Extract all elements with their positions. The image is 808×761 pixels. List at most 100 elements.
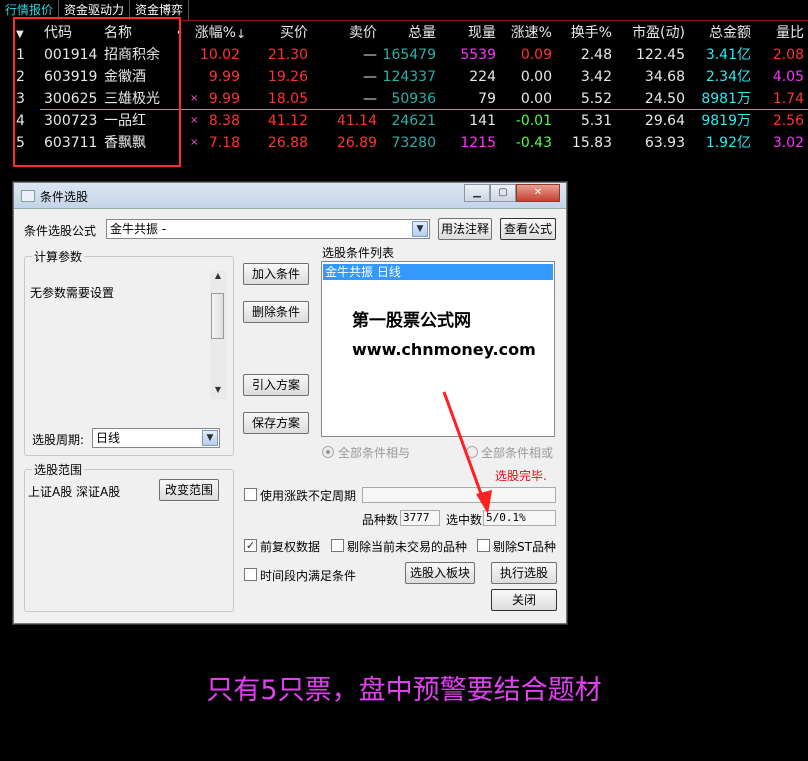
row-current-volume: 1215 [460,135,496,151]
row-volume: 165479 [382,47,436,63]
watermark-title: 第一股票公式网 [352,311,471,331]
row-speed: -0.43 [515,135,552,151]
header-speed[interactable]: 涨速% [511,22,552,44]
period-condition-checkbox[interactable] [244,568,257,581]
row-change: 9.99 [208,91,240,107]
caption-text: 只有5只票，盘中预警要结合题材 [206,675,602,706]
window-controls: ▁ ▢ ✕ [464,184,560,202]
row-volume-ratio: 2.56 [772,113,804,129]
row-turnover: 15.83 [571,135,612,151]
row-turnover: 2.48 [580,47,612,63]
radio-and[interactable] [322,446,334,458]
maximize-icon[interactable]: ▢ [490,184,516,202]
dialog-titlebar[interactable]: 条件选股 ▁ ▢ ✕ [14,183,566,209]
row-pe: 34.68 [644,69,685,85]
row-pe: 29.64 [644,113,685,129]
row-speed: -0.01 [515,113,552,129]
sort-down-icon: ↓ [236,27,247,41]
scroll-up-icon[interactable]: ▲ [210,271,226,285]
row-change: 7.18 [208,135,240,151]
header-divider [182,20,808,21]
exclude-st-label: 剔除ST品种 [493,540,556,554]
close-button[interactable]: 关闭 [491,589,557,611]
view-formula-button[interactable]: 查看公式 [500,218,556,240]
row-amount: 2.34亿 [705,69,751,85]
uncertain-period-checkbox[interactable] [244,488,257,501]
header-current-volume[interactable]: 现量 [468,22,496,44]
annotation-arrow-icon [442,391,492,514]
row-sell: 26.89 [336,135,377,151]
params-scrollbar[interactable]: ▲ ▼ [210,271,226,399]
period-condition-label: 时间段内满足条件 [260,569,357,583]
delete-condition-button[interactable]: 删除条件 [243,301,309,323]
header-amount[interactable]: 总金额 [709,22,751,44]
chevron-down-icon[interactable]: ▼ [412,221,428,237]
uncertain-period-label: 使用涨跌不定周期 [260,489,357,503]
row-pe: 24.50 [644,91,685,107]
row-change: 9.99 [208,69,240,85]
watermark-url: www.chnmoney.com [352,340,536,359]
row-turnover: 5.52 [580,91,612,107]
row-buy: 18.05 [267,91,308,107]
row-change: 8.38 [208,113,240,129]
row-volume: 124337 [382,69,436,85]
minimize-icon[interactable]: ▁ [464,184,490,202]
chevron-down-icon[interactable]: ▼ [202,430,218,446]
period-label: 选股周期: [32,433,85,447]
header-turnover[interactable]: 换手% [571,22,612,44]
row-turnover: 5.31 [580,113,612,129]
header-sell[interactable]: 卖价 [349,22,377,44]
change-range-button[interactable]: 改变范围 [159,479,219,501]
row-speed: 0.00 [520,91,552,107]
range-group-label: 选股范围 [32,461,85,478]
row-buy: 21.30 [267,47,308,63]
period-value: 日线 [96,431,121,445]
row-pe: 63.93 [644,135,685,151]
close-icon[interactable]: ✕ [516,184,560,202]
radio-and-label: 全部条件相与 [338,446,411,460]
row-amount: 3.41亿 [705,47,751,63]
exclude-untraded-label: 剔除当前未交易的品种 [347,540,468,554]
header-change[interactable]: 涨幅% [195,22,236,44]
scroll-down-icon[interactable]: ▼ [210,385,226,399]
row-volume: 73280 [391,135,436,151]
add-condition-button[interactable]: 加入条件 [243,263,309,285]
count-label: 品种数 [362,513,399,527]
row-buy: 19.26 [267,69,308,85]
usage-notes-button[interactable]: 用法注释 [438,218,492,240]
row-sell: 41.14 [336,113,377,129]
formula-value: 金牛共振 - [110,222,167,236]
condition-list-label: 选股条件列表 [322,246,395,260]
row-pe: 122.45 [636,47,685,63]
header-volume-ratio[interactable]: 量比 [776,22,804,44]
row-sell: — [363,91,377,107]
list-item[interactable]: 金牛共振 日线 [323,264,553,280]
window-icon [21,190,35,202]
dialog-title: 条件选股 [40,190,89,204]
scroll-thumb[interactable] [211,293,224,339]
row-sell: — [363,69,377,85]
execute-screen-button[interactable]: 执行选股 [491,562,557,584]
row-speed: 0.09 [520,47,552,63]
params-group-label: 计算参数 [32,248,85,265]
import-plan-button[interactable]: 引入方案 [243,374,309,396]
row-volume-ratio: 3.02 [772,135,804,151]
row-change: 10.02 [199,47,240,63]
exclude-untraded-checkbox[interactable] [331,539,344,552]
formula-select[interactable]: 金牛共振 - ▼ [106,219,430,239]
forward-adjust-checkbox[interactable]: ✓ [244,539,257,552]
row-volume-ratio: 1.74 [772,91,804,107]
add-to-block-button[interactable]: 选股入板块 [405,562,475,584]
exclude-st-checkbox[interactable] [477,539,490,552]
range-text: 上证A股 深证A股 [28,485,121,499]
row-current-volume: 79 [478,91,496,107]
save-plan-button[interactable]: 保存方案 [243,412,309,434]
row-current-volume: 5539 [460,47,496,63]
header-buy[interactable]: 买价 [280,22,308,44]
period-select[interactable]: 日线 ▼ [92,428,220,448]
row-speed: 0.00 [520,69,552,85]
count-field: 3777 [400,510,440,526]
header-pe[interactable]: 市盈(动) [632,22,685,44]
header-volume[interactable]: 总量 [408,22,436,44]
row-current-volume: 224 [469,69,496,85]
